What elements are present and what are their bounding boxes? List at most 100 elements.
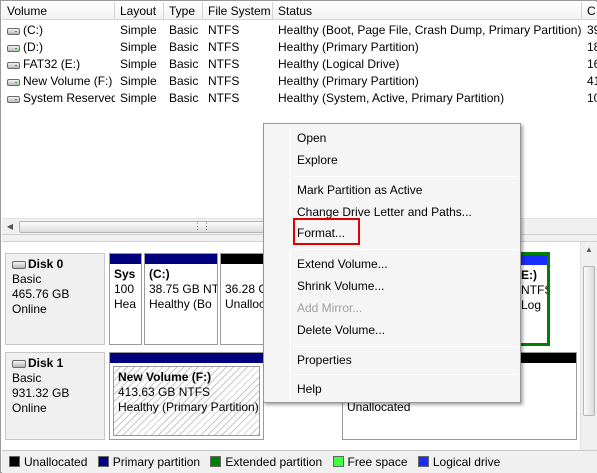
- menu-separator: [293, 374, 518, 375]
- scroll-up-icon[interactable]: ▲: [581, 242, 597, 258]
- scroll-left-icon[interactable]: ◀: [2, 219, 18, 234]
- volume-layout: Simple: [120, 74, 157, 88]
- partition-unallocated-disk0[interactable]: 36.28 G Unalloc: [220, 253, 264, 345]
- swatch-icon: [9, 456, 20, 467]
- menu-separator: [293, 176, 518, 177]
- volume-type: Basic: [169, 91, 199, 105]
- menu-delete-volume[interactable]: Delete Volume...: [297, 320, 385, 340]
- partition-name: Sys: [114, 267, 136, 281]
- vertical-scrollbar[interactable]: ▲: [580, 242, 597, 450]
- partition-status: Log: [521, 298, 542, 312]
- volume-fs: NTFS: [208, 74, 240, 88]
- volume-type: Basic: [169, 40, 199, 54]
- partition-size: NTFS: [521, 283, 550, 297]
- volume-status: Healthy (System, Active, Primary Partiti…: [278, 91, 505, 105]
- context-menu: Open Explore Mark Partition as Active Ch…: [263, 123, 521, 403]
- volume-capacity: 10: [587, 91, 597, 105]
- partition-size: 100: [114, 282, 135, 296]
- volume-capacity: 18: [587, 40, 597, 54]
- volume-capacity: 39: [587, 23, 597, 37]
- volume-capacity: 16: [587, 57, 597, 71]
- legend-free-space: Free space: [332, 451, 408, 473]
- menu-mark-active[interactable]: Mark Partition as Active: [297, 180, 422, 200]
- volume-fs: NTFS: [208, 57, 240, 71]
- col-volume[interactable]: Volume: [2, 2, 115, 20]
- legend-logical: Logical drive: [417, 451, 500, 473]
- disk-state: Online: [12, 302, 47, 316]
- selected-partition-area: New Volume (F:) 413.63 GB NTFS Healthy (…: [113, 366, 260, 436]
- disk-type: Basic: [12, 272, 42, 286]
- volume-status: Healthy (Primary Partition): [278, 74, 419, 88]
- volume-fs: NTFS: [208, 23, 240, 37]
- partition-c[interactable]: (C:) 38.75 GB NT Healthy (Bo: [144, 253, 218, 345]
- volume-name: (D:): [23, 40, 43, 54]
- partition-size: 38.75 GB NT: [149, 282, 218, 296]
- menu-add-mirror: Add Mirror...: [297, 301, 363, 315]
- partition-name: (C:): [149, 267, 170, 281]
- legend-unallocated: Unallocated: [9, 451, 87, 473]
- disk-size: 465.76 GB: [12, 287, 70, 301]
- volume-layout: Simple: [120, 40, 157, 54]
- scroll-thumb[interactable]: [583, 266, 595, 416]
- volume-type: Basic: [169, 74, 199, 88]
- volume-capacity: 41: [587, 74, 597, 88]
- menu-properties[interactable]: Properties: [297, 350, 352, 370]
- disk1-label[interactable]: Disk 1 Basic 931.32 GB Online: [5, 352, 105, 440]
- volume-layout: Simple: [120, 91, 157, 105]
- disk-icon: [12, 261, 26, 269]
- col-status[interactable]: Status: [273, 2, 582, 20]
- table-row[interactable]: FAT32 (E:) Simple Basic NTFS Healthy (Lo…: [2, 56, 597, 73]
- partition-system-reserved[interactable]: Sys 100 Hea: [109, 253, 142, 345]
- partition-status: Unalloc: [225, 297, 264, 311]
- table-row[interactable]: New Volume (F:) Simple Basic NTFS Health…: [2, 73, 597, 90]
- menu-separator: [293, 249, 518, 250]
- disk-type: Basic: [12, 371, 42, 385]
- col-layout[interactable]: Layout: [115, 2, 164, 20]
- swatch-icon: [210, 456, 222, 467]
- drive-icon: [7, 79, 20, 86]
- volume-name: New Volume (F:): [23, 74, 113, 88]
- legend-bar: Unallocated Primary partition Extended p…: [2, 450, 597, 473]
- menu-help[interactable]: Help: [297, 379, 322, 399]
- table-row[interactable]: (C:) Simple Basic NTFS Healthy (Boot, Pa…: [2, 22, 597, 39]
- menu-extend-volume[interactable]: Extend Volume...: [297, 254, 388, 274]
- col-capacity[interactable]: C: [582, 2, 597, 20]
- drive-icon: [7, 28, 20, 35]
- partition-status: Healthy (Bo: [149, 297, 212, 311]
- volume-status: Healthy (Boot, Page File, Crash Dump, Pr…: [278, 23, 582, 37]
- volume-name: (C:): [23, 23, 43, 37]
- legend-extended: Extended partition: [210, 451, 322, 473]
- partition-status: Healthy (Primary Partition): [118, 400, 259, 414]
- table-row[interactable]: System Reserved Simple Basic NTFS Health…: [2, 90, 597, 107]
- col-type[interactable]: Type: [164, 2, 203, 20]
- table-row[interactable]: (D:) Simple Basic NTFS Healthy (Primary …: [2, 39, 597, 56]
- volume-status: Healthy (Primary Partition): [278, 40, 419, 54]
- partition-status: Hea: [114, 297, 137, 311]
- menu-explore[interactable]: Explore: [297, 150, 338, 170]
- volume-layout: Simple: [120, 57, 157, 71]
- disk0-label[interactable]: Disk 0 Basic 465.76 GB Online: [5, 253, 105, 345]
- column-header: Volume Layout Type File System Status C: [2, 2, 597, 20]
- disk-name: Disk 0: [28, 257, 64, 271]
- drive-icon: [7, 62, 20, 69]
- menu-shrink-volume[interactable]: Shrink Volume...: [297, 276, 384, 296]
- disk-size: 931.32 GB: [12, 386, 70, 400]
- disk-management-window: Volume Layout Type File System Status C …: [0, 0, 597, 473]
- volume-type: Basic: [169, 57, 199, 71]
- menu-open[interactable]: Open: [297, 128, 326, 148]
- volume-name: System Reserved: [23, 91, 115, 105]
- swatch-icon: [97, 456, 109, 467]
- drive-icon: [7, 45, 20, 52]
- disk-name: Disk 1: [28, 356, 64, 370]
- partition-f[interactable]: New Volume (F:) 413.63 GB NTFS Healthy (…: [109, 352, 264, 440]
- partition-name: E:): [521, 268, 537, 282]
- swatch-icon: [417, 456, 429, 467]
- disk-state: Online: [12, 401, 47, 415]
- format-highlight-box: [293, 218, 360, 245]
- col-file-system[interactable]: File System: [203, 2, 273, 20]
- volume-layout: Simple: [120, 23, 157, 37]
- drive-icon: [7, 96, 20, 103]
- partition-name: New Volume (F:): [118, 370, 212, 384]
- volume-fs: NTFS: [208, 40, 240, 54]
- swatch-icon: [332, 456, 344, 467]
